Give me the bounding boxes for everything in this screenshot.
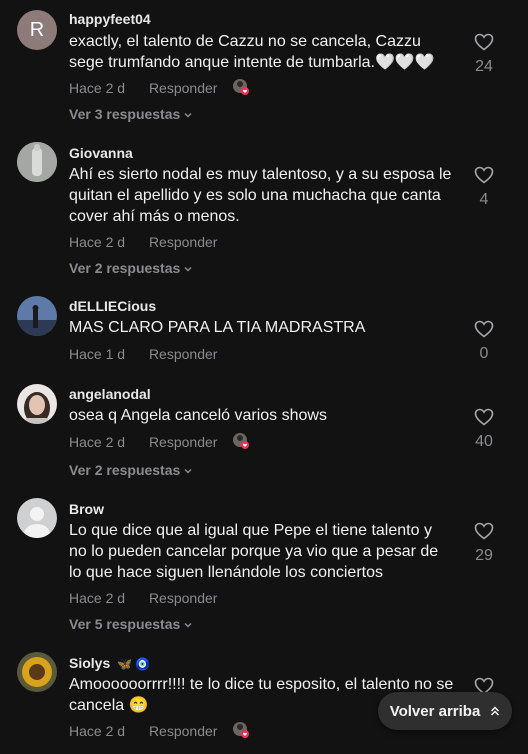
comment-time: Hace 2 d [69,434,126,450]
creator-liked-icon [232,432,250,450]
comment-username[interactable]: Giovanna [69,145,133,161]
view-replies-button[interactable]: Ver 3 respuestas [69,106,193,122]
chevron-down-icon [184,623,192,628]
avatar[interactable] [17,142,57,182]
reply-button[interactable]: Responder [149,434,218,450]
reply-button[interactable]: Responder [149,723,218,739]
comment-text: osea q Angela canceló varios shows [69,407,327,424]
like-count: 4 [479,191,489,208]
view-replies-label: Ver 2 respuestas [69,462,181,478]
comment-text: Lo que dice que al igual que Pepe el tie… [69,522,439,581]
reply-button[interactable]: Responder [149,234,218,250]
comment-time: Hace 2 d [69,590,126,606]
avatar[interactable]: R [17,10,57,50]
heart-icon[interactable] [474,408,494,426]
heart-icon[interactable] [474,320,494,338]
comment-text: exactly, el talento de Cazzu no se cance… [69,33,435,71]
view-replies-button[interactable]: Ver 2 respuestas [69,462,193,478]
view-replies-button[interactable]: Ver 2 respuestas [69,260,193,276]
like-area: 24 [464,33,504,76]
comment-meta: Hace 2 d Responder [69,723,217,739]
comment-meta: Hace 2 d Responder [69,434,217,450]
view-replies-label: Ver 2 respuestas [69,260,181,276]
comment-username[interactable]: Brow [69,501,104,517]
heart-icon[interactable] [474,33,494,51]
chevron-down-icon [184,267,192,272]
like-area: 4 [464,166,504,209]
back-to-top-button[interactable]: Volver arriba [378,692,512,730]
like-count: 0 [479,345,489,362]
like-count: 40 [475,433,493,450]
username-label: Siolys [69,655,111,671]
comment-meta: Hace 2 d Responder [69,80,217,96]
reply-button[interactable]: Responder [149,80,218,96]
comment-username[interactable]: dELLIECious [69,298,156,314]
like-area: 29 [464,522,504,565]
comment-username[interactable]: happyfeet04 [69,11,151,27]
view-replies-button[interactable]: Ver 5 respuestas [69,616,193,632]
like-area: 0 [464,320,504,363]
comment-text: Ahí es sierto nodal es muy talentoso, y … [69,166,452,225]
comment-meta: Hace 2 d Responder [69,234,217,250]
avatar[interactable] [17,384,57,424]
double-chevron-up-icon [491,706,500,716]
avatar[interactable] [17,652,57,692]
view-replies-label: Ver 5 respuestas [69,616,181,632]
avatar[interactable] [17,498,57,538]
like-count: 24 [475,58,493,75]
comment-time: Hace 2 d [69,80,126,96]
like-count: 29 [475,547,493,564]
comment-text: MAS CLARO PARA LA TIA MADRASTRA [69,319,366,336]
creator-liked-icon [232,721,250,739]
comment-username[interactable]: Siolys 🦋 🧿 [69,655,150,671]
reply-button[interactable]: Responder [149,590,218,606]
back-to-top-label: Volver arriba [389,702,481,720]
avatar-letter: R [29,18,45,41]
avatar[interactable] [17,296,57,336]
chevron-down-icon [184,113,192,118]
comment-time: Hace 2 d [69,723,126,739]
creator-liked-icon [232,78,250,96]
view-replies-label: Ver 3 respuestas [69,106,181,122]
heart-icon[interactable] [474,522,494,540]
comment-meta: Hace 2 d Responder [69,590,217,606]
comment-time: Hace 2 d [69,234,126,250]
like-area: 40 [464,408,504,451]
chevron-down-icon [184,469,192,474]
reply-button[interactable]: Responder [149,346,218,362]
username-badges: 🦋 🧿 [117,657,151,671]
comment-username[interactable]: angelanodal [69,386,151,402]
heart-icon[interactable] [474,166,494,184]
comment-meta: Hace 1 d Responder [69,346,217,362]
comment-time: Hace 1 d [69,346,126,362]
